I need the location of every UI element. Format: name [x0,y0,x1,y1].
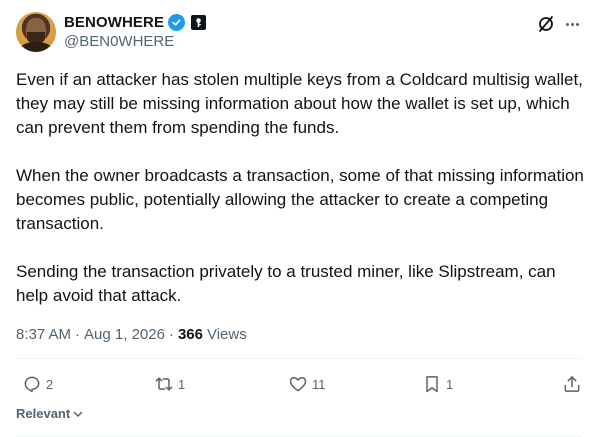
like-icon [289,377,307,392]
tweet-date[interactable]: Aug 1, 2026 [84,326,165,343]
meta-separator: · [168,325,174,343]
views-label: Views [206,325,247,343]
share-icon [564,376,580,392]
tweet-text: Even if an attacker has stolen multiple … [16,68,586,332]
like-button[interactable]: 11 [288,370,326,398]
reply-button[interactable]: 2 [22,370,53,398]
divider [16,358,582,359]
tweet-paragraph-3: Sending the transaction privately to a t… [16,262,556,305]
more-icon[interactable] [562,14,582,34]
repost-count: 1 [178,376,186,392]
reply-icon [24,376,40,393]
chevron-down-icon [73,411,83,417]
share-button[interactable] [562,370,582,398]
tweet-header: BENOWHERE @BEN0WHERE [16,12,582,56]
sort-relevant-button[interactable]: Relevant [16,406,84,421]
tweet-time[interactable]: 8:37 AM [16,326,71,343]
verified-badge-icon[interactable] [168,13,186,31]
views-count[interactable]: 366 [178,326,203,343]
tweet-meta: 8:37 AM · Aug 1, 2026 · 366 Views [16,322,247,346]
bookmark-count: 1 [446,376,454,392]
avatar[interactable] [16,12,56,52]
bookmark-icon [426,376,438,393]
affiliate-badge-icon[interactable] [191,14,207,30]
repost-button[interactable]: 1 [154,370,185,398]
repost-icon [155,377,173,391]
display-name[interactable]: BENOWHERE [64,14,164,31]
handle[interactable]: @BEN0WHERE [64,33,174,50]
tweet-paragraph-2: When the owner broadcasts a transaction,… [16,166,584,233]
action-bar: 2 1 11 1 [16,370,582,398]
name-row: BENOWHERE [64,12,207,32]
avatar-body [20,42,52,52]
tweet-paragraph-1: Even if an attacker has stolen multiple … [16,70,583,137]
meta-separator: · [75,325,81,343]
like-count: 11 [312,376,326,392]
reply-count: 2 [46,376,54,392]
grok-icon[interactable] [536,14,556,34]
sort-label: Relevant [16,406,71,421]
bookmark-button[interactable]: 1 [422,370,453,398]
